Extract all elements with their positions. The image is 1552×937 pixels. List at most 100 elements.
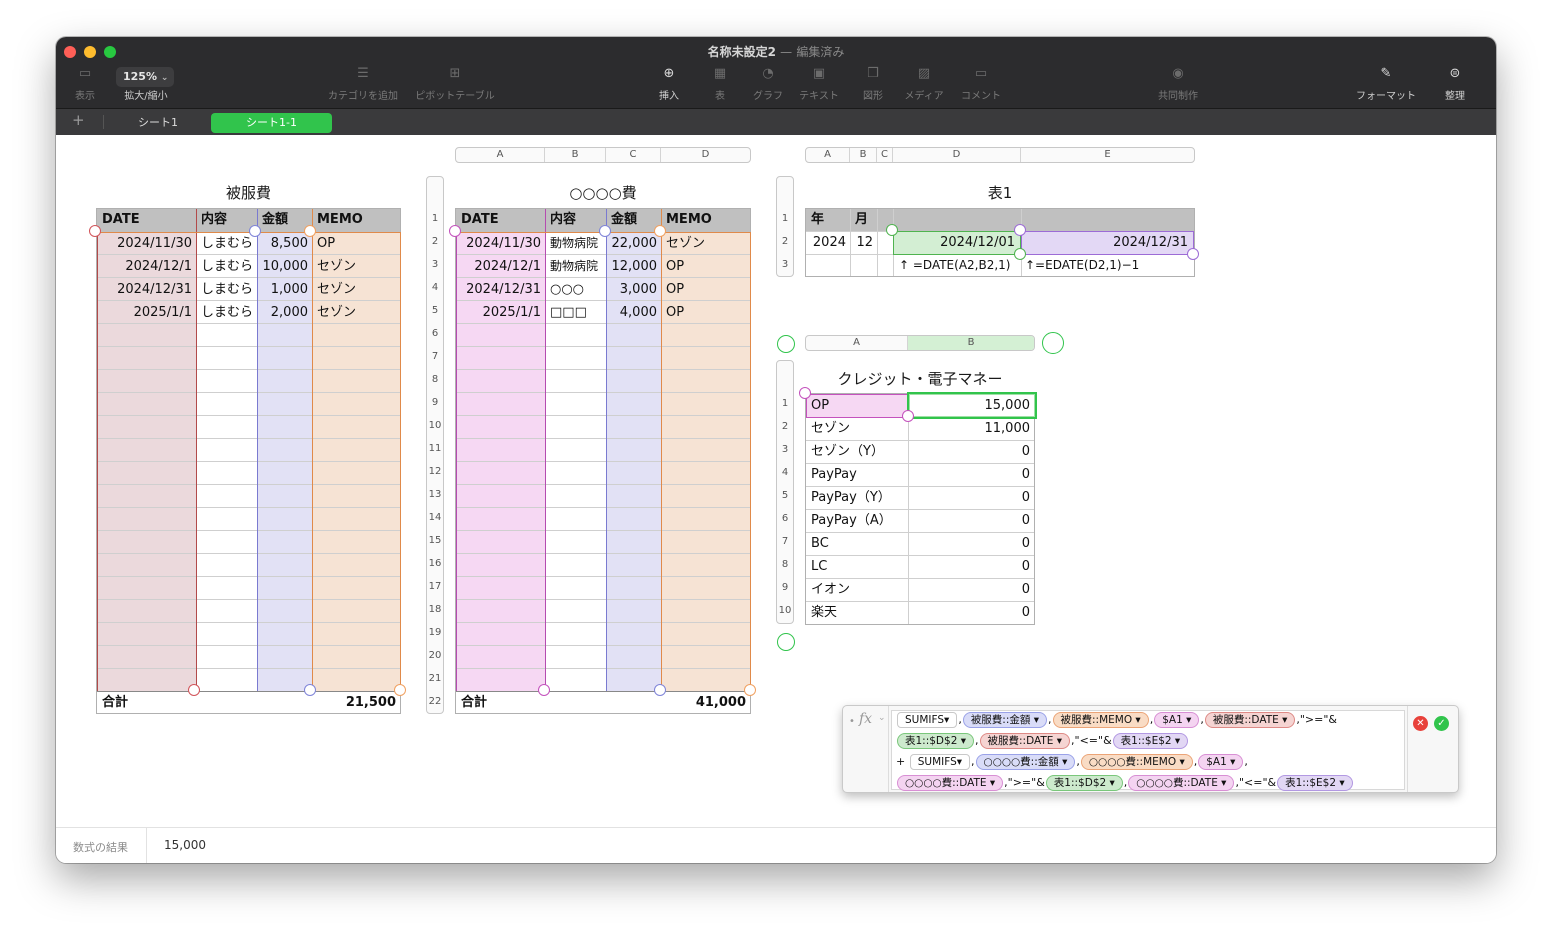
pivot-table-button[interactable]: ⊞ ピボットテーブル	[412, 65, 498, 103]
cell-memo[interactable]: OP	[666, 278, 746, 301]
range-handle[interactable]	[799, 387, 811, 399]
cell-year[interactable]: 2024	[806, 231, 846, 254]
cell-date[interactable]: 2024/12/31	[456, 278, 541, 301]
cell-amount[interactable]: 0	[908, 509, 1030, 532]
reference-token[interactable]: $A1 ▾	[1154, 712, 1200, 728]
row-number[interactable]: 18	[427, 604, 443, 615]
cell-amount[interactable]: 11,000	[908, 417, 1031, 440]
cell-label[interactable]: OP	[811, 394, 906, 417]
cell-amount[interactable]: 22,000	[606, 232, 658, 255]
cell-memo[interactable]: セゾン	[317, 301, 397, 324]
cell-date[interactable]: 2025/1/1	[97, 301, 192, 324]
cell-content[interactable]: □□□	[550, 301, 605, 324]
reference-token[interactable]: ○○○○費::MEMO ▾	[1080, 754, 1193, 770]
tab-sheet1[interactable]: シート1	[120, 113, 196, 133]
organize-button[interactable]: ⊜ 整理	[1440, 65, 1470, 103]
cell-memo[interactable]: セゾン	[666, 232, 746, 255]
function-token[interactable]: SUMIFS▾	[897, 712, 958, 728]
cell-amount[interactable]: 3,000	[606, 278, 657, 301]
row-number[interactable]: 16	[427, 558, 443, 569]
range-handle[interactable]	[1187, 248, 1199, 260]
cell-memo[interactable]: セゾン	[317, 255, 397, 278]
row-number[interactable]: 4	[427, 282, 443, 293]
table-button[interactable]: ▦ 表	[708, 65, 732, 103]
column-d[interactable]: D	[893, 148, 1021, 162]
cell-amount[interactable]: 1,000	[257, 278, 308, 301]
cell-start-date[interactable]: 2024/12/01	[893, 231, 1015, 254]
column-c[interactable]: C	[606, 148, 661, 162]
cell-content[interactable]: しまむら	[201, 278, 256, 301]
reference-token[interactable]: 被服費::DATE ▾	[1204, 712, 1296, 728]
range-handle[interactable]	[886, 224, 898, 236]
row-number[interactable]: 8	[427, 374, 443, 385]
cell-label[interactable]: PayPay（Y）	[811, 486, 906, 509]
cell-amount[interactable]: 0	[908, 486, 1030, 509]
collaborate-button[interactable]: ◉ 共同制作	[1156, 65, 1200, 103]
cell-label[interactable]: 楽天	[811, 601, 906, 624]
reference-token[interactable]: $A1 ▾	[1198, 754, 1244, 770]
row-number[interactable]: 20	[427, 650, 443, 661]
cell-amount[interactable]: 0	[908, 440, 1030, 463]
cell-month[interactable]: 12	[850, 231, 873, 254]
cell-label[interactable]: セゾン	[811, 417, 906, 440]
column-a[interactable]: A	[456, 148, 545, 162]
range-handle[interactable]	[654, 684, 666, 696]
insert-button[interactable]: ⊕ 挿入	[654, 65, 684, 103]
cell-amount[interactable]: 12,000	[606, 255, 658, 278]
row-number[interactable]: 5	[427, 305, 443, 316]
row-number[interactable]: 14	[427, 512, 443, 523]
range-handle[interactable]	[304, 684, 316, 696]
column-b[interactable]: B	[545, 148, 606, 162]
accept-formula-button[interactable]: ✓	[1434, 716, 1449, 731]
cell-end-date[interactable]: 2024/12/31	[1021, 231, 1188, 254]
cell-content[interactable]: しまむら	[201, 301, 256, 324]
row-number[interactable]: 9	[777, 582, 793, 593]
reference-token[interactable]: 表1::$E$2 ▾	[1112, 733, 1189, 749]
cell-date[interactable]: 2024/11/30	[97, 232, 192, 255]
chart-button[interactable]: ◔ グラフ	[750, 65, 786, 103]
comment-button[interactable]: ▭ コメント	[959, 65, 1003, 103]
reference-token[interactable]: 表1::$D$2 ▾	[1045, 775, 1123, 791]
cell-label[interactable]: セゾン（Y）	[811, 440, 906, 463]
range-handle[interactable]	[599, 225, 611, 237]
column-a[interactable]: A	[806, 336, 908, 350]
column-a[interactable]: A	[806, 148, 850, 162]
range-handle[interactable]	[89, 225, 101, 237]
row-number[interactable]: 17	[427, 581, 443, 592]
row-number[interactable]: 2	[777, 421, 793, 432]
cell-label[interactable]: PayPay（A）	[811, 509, 906, 532]
reference-token[interactable]: ○○○○費::DATE ▾	[897, 775, 1004, 791]
shape-button[interactable]: ❒ 図形	[859, 65, 887, 103]
row-number[interactable]: 1	[777, 398, 793, 409]
cell-note-edate-formula[interactable]: ↑=EDATE(D2,1)−1	[1025, 254, 1192, 277]
row-number[interactable]: 21	[427, 673, 443, 684]
cell-note-date-formula[interactable]: ↑ =DATE(A2,B2,1)	[899, 254, 1021, 277]
cell-amount[interactable]: 15,000	[908, 394, 1031, 417]
cancel-formula-button[interactable]: ✕	[1413, 716, 1428, 731]
cell-label[interactable]: PayPay	[811, 463, 906, 486]
cell-amount[interactable]: 2,000	[257, 301, 308, 324]
cell-memo[interactable]: OP	[666, 301, 746, 324]
cell-date[interactable]: 2024/11/30	[456, 232, 541, 255]
table-select-handle[interactable]	[777, 335, 795, 353]
column-b[interactable]: B	[908, 336, 1034, 350]
function-token[interactable]: SUMIFS▾	[909, 754, 971, 770]
range-handle[interactable]	[394, 684, 406, 696]
range-handle[interactable]	[538, 684, 550, 696]
cell-memo[interactable]: セゾン	[317, 278, 397, 301]
row-number[interactable]: 3	[777, 444, 793, 455]
add-row-handle[interactable]	[777, 633, 795, 651]
reference-token[interactable]: 被服費::金額 ▾	[962, 712, 1047, 728]
column-e[interactable]: E	[1021, 148, 1194, 162]
range-handle[interactable]	[249, 225, 261, 237]
footer-total[interactable]: 41,000	[606, 691, 746, 714]
range-handle[interactable]	[654, 225, 666, 237]
cell-memo[interactable]: OP	[666, 255, 746, 278]
tab-sheet1-1[interactable]: シート1-1	[211, 113, 332, 133]
cell-amount[interactable]: 4,000	[606, 301, 657, 324]
range-handle[interactable]	[1014, 224, 1026, 236]
add-sheet-button[interactable]: +	[72, 111, 85, 129]
add-column-handle[interactable]	[1042, 332, 1064, 354]
range-handle[interactable]	[902, 410, 914, 422]
column-b[interactable]: B	[850, 148, 877, 162]
